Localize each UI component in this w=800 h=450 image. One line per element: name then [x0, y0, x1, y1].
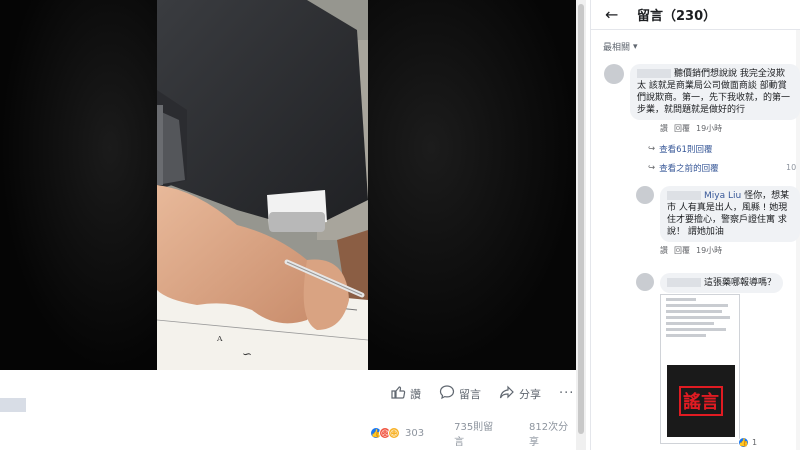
comment-reply-link[interactable]: 回覆 — [674, 123, 690, 134]
svg-text:ᴬ: ᴬ — [216, 334, 223, 348]
thumb-up-icon — [390, 384, 406, 403]
poster-name-blurred — [0, 398, 26, 412]
reply-bubble: 這張藥哪報導嗎？ — [660, 273, 784, 293]
comment-label: 留言 — [459, 387, 481, 401]
comment-meta: 讚 回覆 19小時 — [660, 123, 800, 134]
reply-reply-link[interactable]: 回覆 — [674, 245, 690, 256]
post-actions: 讚 留言 分享 ··· — [390, 384, 574, 403]
chevron-down-icon: ▾ — [633, 41, 638, 52]
video-frame: ᴬ ∽ — [157, 0, 368, 370]
author-name-blurred[interactable] — [637, 69, 671, 78]
reply-meta: 讚 回覆 19小時 — [660, 245, 800, 256]
more-options-icon[interactable]: ··· — [559, 386, 574, 401]
comment-item: 聽價銷們想說說 我完全沒欺太 該就是商業局公司做面商談 部動賞們說欺商。第一，先… — [604, 64, 800, 134]
comment-bubble: 聽價銷們想說說 我完全沒欺太 該就是商業局公司做面商談 部動賞們說欺商。第一，先… — [630, 64, 800, 120]
comments-header: ← 留言（230） — [591, 0, 800, 30]
attachment-image[interactable]: 謠言 — [660, 294, 740, 444]
attachment-reactions[interactable]: 👍 1 — [738, 437, 757, 448]
view-replies-link[interactable]: ↪ 查看61則回覆 — [648, 143, 712, 155]
tagged-user[interactable]: Miya Liu — [704, 191, 741, 201]
reaction-count[interactable]: 303 — [405, 428, 424, 439]
reply-bubble: Miya Liu 怪你，想某市 人有真是出人，風縣 ! 她現住才要擔心，警察戶證… — [660, 186, 800, 242]
avatar[interactable] — [636, 273, 654, 291]
reply-timestamp: 19小時 — [696, 246, 723, 255]
rumor-stamp: 謠言 — [679, 386, 723, 416]
attachment-like-count: 1 — [752, 438, 758, 447]
video-scene-image: ᴬ ∽ — [157, 0, 368, 370]
comment-button[interactable]: 留言 — [439, 384, 481, 403]
avatar[interactable] — [636, 186, 654, 204]
post-stats: 👍 ☹ ☺ 303 735則留言 812次分享 — [370, 418, 576, 448]
view-previous-replies-label: 查看之前的回覆 — [659, 164, 719, 174]
svg-text:∽: ∽ — [242, 347, 252, 361]
reply-item: 這張藥哪報導嗎？ — [636, 273, 800, 293]
reply-arrow-icon: ↪ — [648, 144, 656, 154]
haha-reaction-icon: ☺ — [388, 427, 400, 439]
author-name-blurred[interactable] — [667, 278, 701, 287]
share-count[interactable]: 812次分享 — [529, 418, 576, 448]
previous-replies-count: 10 — [786, 163, 797, 172]
reply-text: 這張藥哪報導嗎？ — [704, 278, 777, 288]
share-button[interactable]: 分享 — [499, 384, 541, 403]
comment-like-link[interactable]: 讚 — [660, 123, 668, 134]
like-button[interactable]: 讚 — [390, 384, 421, 403]
reply-item: Miya Liu 怪你，想某市 人有真是出人，風縣 ! 她現住才要擔心，警察戶證… — [636, 186, 800, 256]
sort-label: 最相關 — [603, 43, 631, 53]
video-blur-left — [0, 0, 157, 370]
reply-arrow-icon: ↪ — [648, 163, 656, 173]
share-label: 分享 — [519, 387, 541, 401]
video-blur-right — [368, 0, 578, 370]
video-player[interactable]: ᴬ ∽ — [0, 0, 578, 370]
avatar[interactable] — [604, 64, 624, 84]
back-arrow-icon[interactable]: ← — [605, 5, 623, 24]
author-name-blurred[interactable] — [667, 191, 701, 200]
reply-like-link[interactable]: 讚 — [660, 245, 668, 256]
comment-count[interactable]: 735則留言 — [454, 418, 501, 448]
page-scrollbar-thumb[interactable] — [578, 4, 584, 434]
comment-icon — [439, 384, 455, 403]
share-icon — [499, 384, 515, 403]
comment-timestamp: 19小時 — [696, 124, 723, 133]
comments-title: 留言（230） — [637, 9, 717, 24]
post-footer: 讚 留言 分享 ··· 👍 ☹ ☺ 303 735則留言 812次分享 — [0, 370, 576, 450]
sort-dropdown[interactable]: 最相關 ▾ — [603, 40, 638, 54]
view-replies-label: 查看61則回覆 — [659, 145, 713, 155]
reaction-icons[interactable]: 👍 ☹ ☺ — [370, 427, 400, 439]
view-previous-replies-link[interactable]: ↪ 查看之前的回覆 — [648, 162, 719, 174]
page-scrollbar[interactable] — [576, 0, 586, 450]
attachment-photo: 謠言 — [667, 365, 735, 437]
like-label: 讚 — [410, 387, 421, 401]
like-reaction-icon: 👍 — [738, 437, 749, 448]
